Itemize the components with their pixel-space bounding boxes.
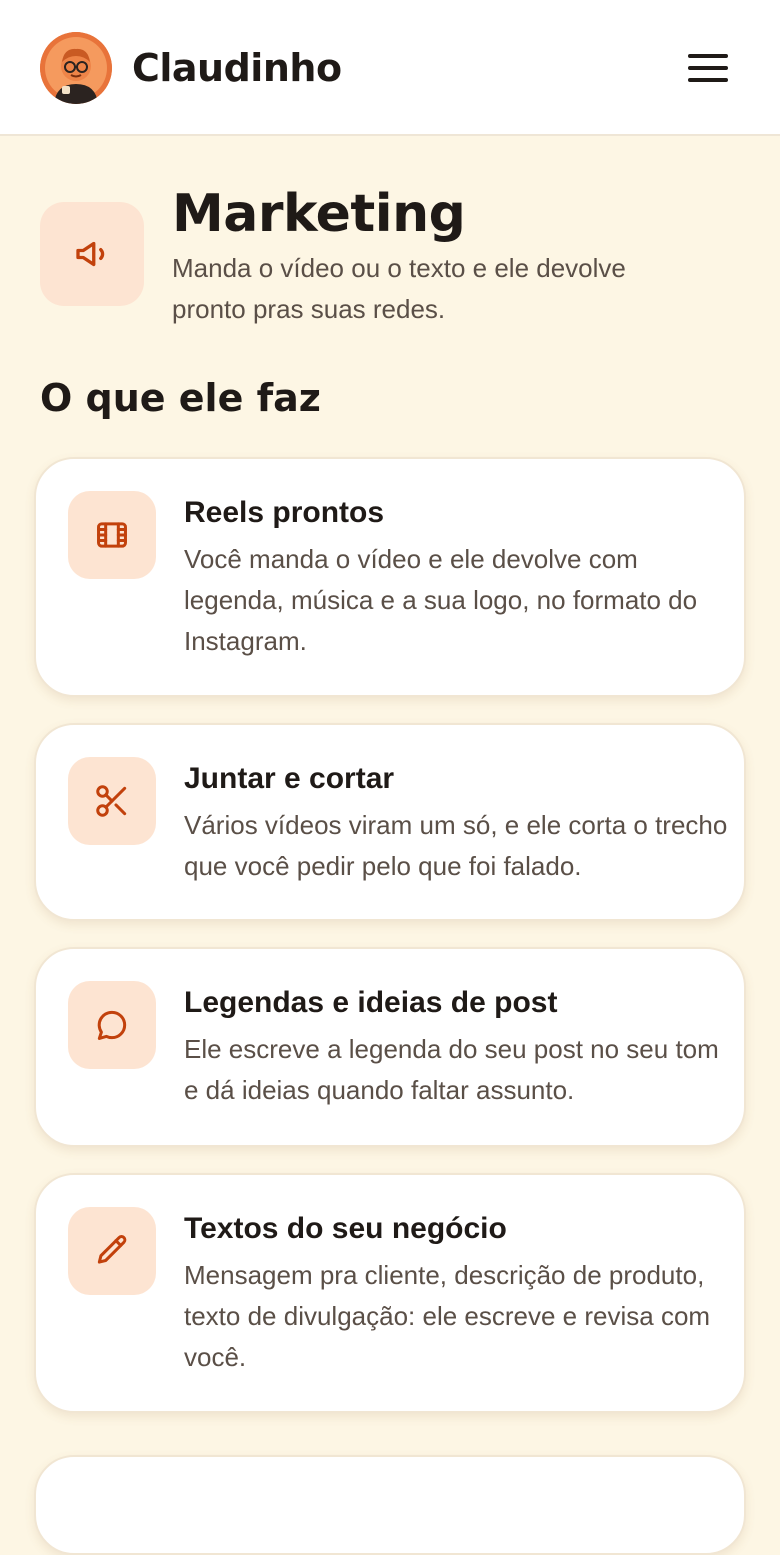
claudinho-avatar[interactable]	[40, 32, 112, 104]
feature-description: Você manda o vídeo e ele devolve com leg…	[184, 544, 698, 656]
feature-card-textos[interactable]: Textos do seu negócio Mensagem pra clien…	[34, 1173, 746, 1413]
feature-card-legendas[interactable]: Legendas e ideias de post Ele escreve a …	[34, 947, 746, 1147]
feature-description: Mensagem pra cliente, descrição de produ…	[184, 1260, 711, 1372]
chat-bubble-icon	[68, 981, 156, 1069]
feature-title: Textos do seu negócio	[184, 1212, 507, 1245]
feature-card-reels[interactable]: Reels prontos Você manda o vídeo e ele d…	[34, 457, 746, 697]
megaphone-icon	[40, 202, 144, 306]
top-bar: Claudinho	[0, 0, 780, 136]
feature-description: Vários vídeos viram um só, e ele corta o…	[184, 810, 728, 881]
film-icon	[68, 491, 156, 579]
page-description: Manda o vídeo ou o texto e ele devolve p…	[172, 253, 626, 324]
feature-card-juntar-cortar[interactable]: Juntar e cortar Vários vídeos viram um s…	[34, 723, 746, 921]
hamburger-menu-icon[interactable]	[686, 52, 730, 84]
pencil-icon	[68, 1207, 156, 1295]
scissors-icon	[68, 757, 156, 845]
brand-name[interactable]: Claudinho	[132, 44, 342, 92]
feature-card-partial[interactable]	[34, 1455, 746, 1555]
feature-title: Juntar e cortar	[184, 762, 395, 795]
section-title: O que ele faz	[40, 376, 321, 420]
feature-description: Ele escreve a legenda do seu post no seu…	[184, 1034, 719, 1105]
page-title: Marketing	[172, 184, 466, 244]
feature-title: Reels prontos	[184, 496, 385, 529]
feature-title: Legendas e ideias de post	[184, 986, 558, 1019]
